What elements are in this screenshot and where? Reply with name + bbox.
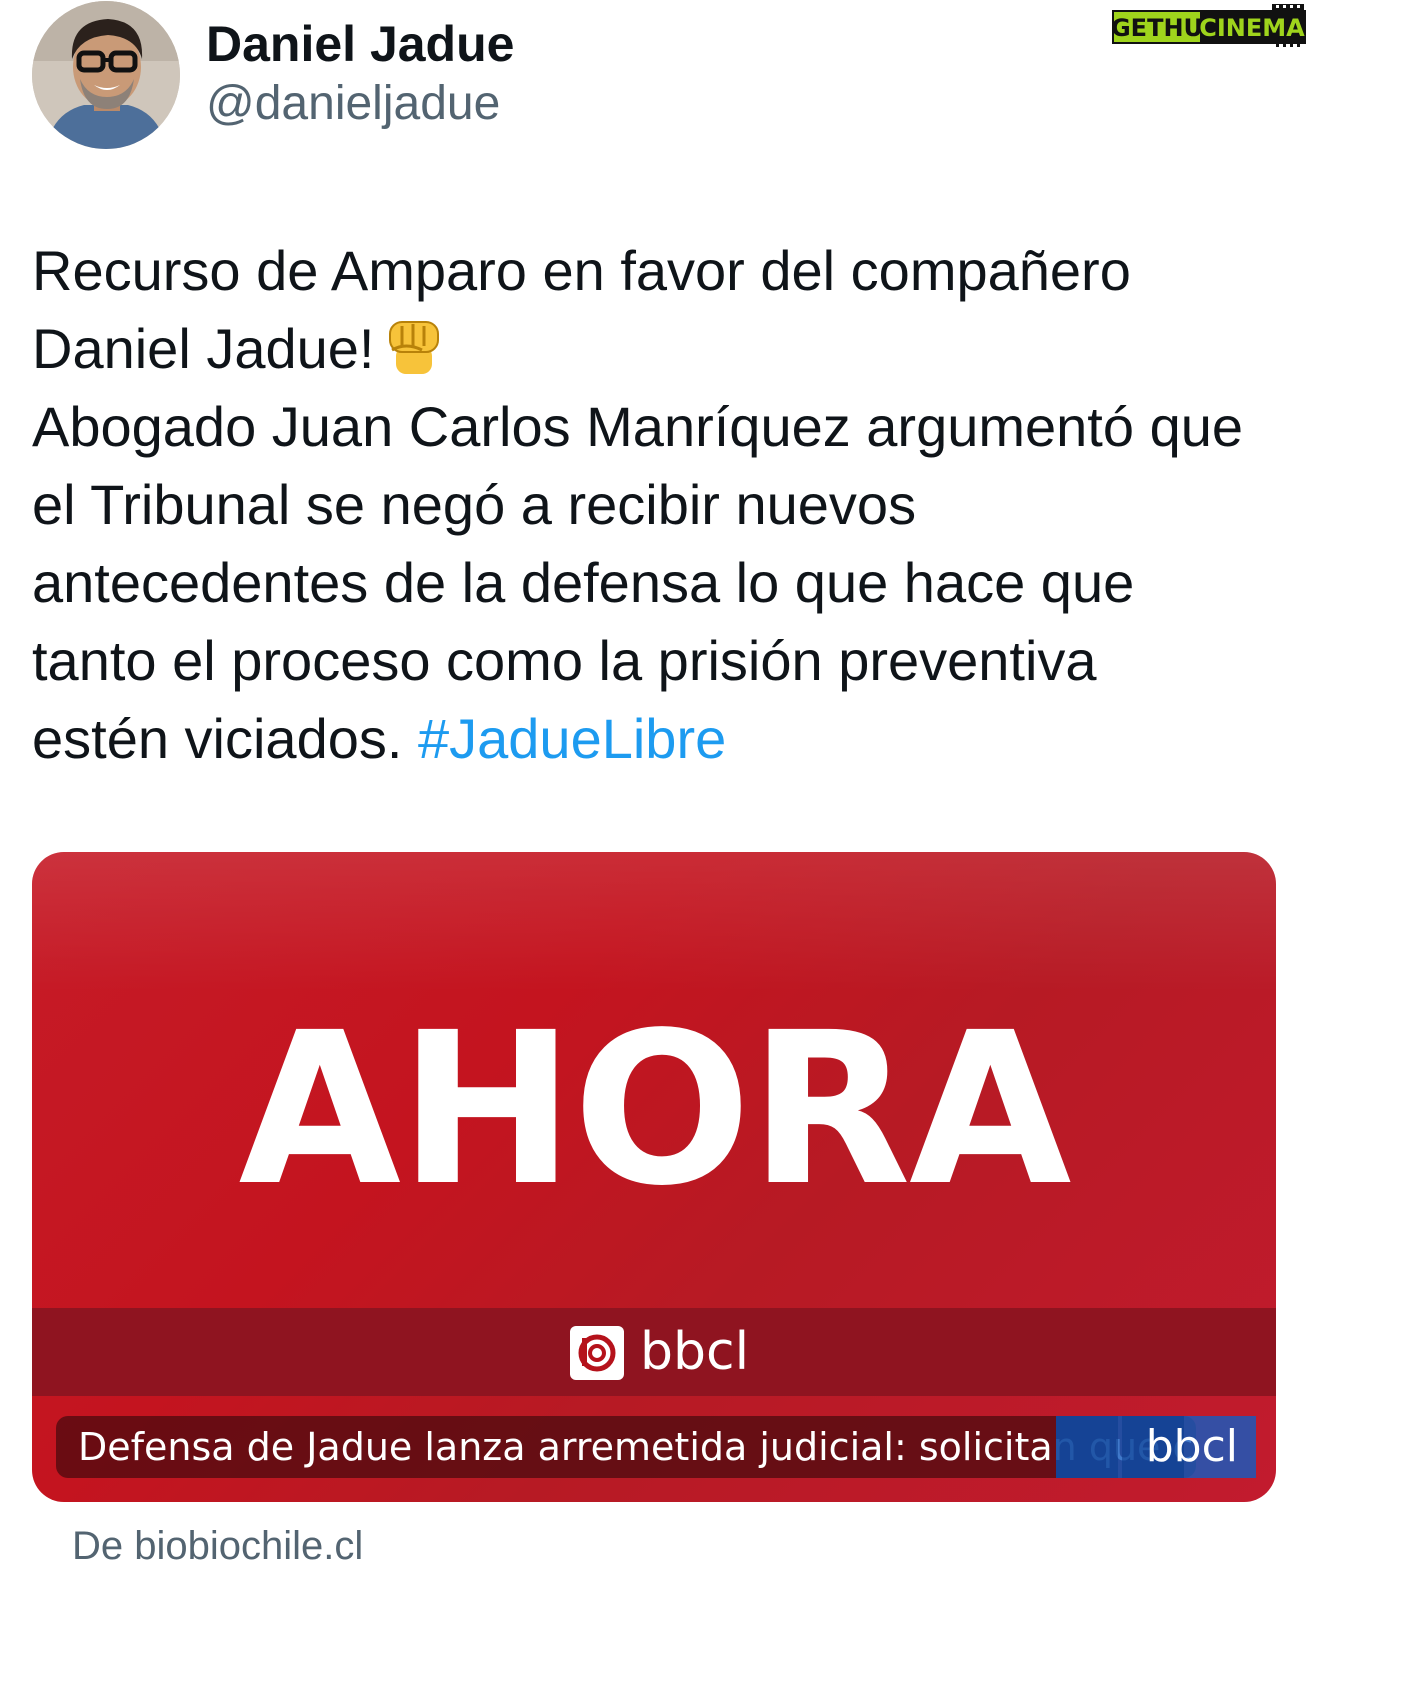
tweet-line-with-emoji: Daniel Jadue! (32, 310, 1292, 388)
tweet-line: tanto el proceso como la prisión prevent… (32, 629, 1097, 692)
overlay-brand-name: bbcl (1145, 1421, 1238, 1472)
author-handle[interactable]: @danieljadue (206, 72, 500, 136)
card-brand-band: bbcl (32, 1308, 1276, 1396)
tweet-line-text: estén viciados. (32, 707, 403, 770)
card-source-link[interactable]: De biobiochile.cl (72, 1518, 363, 1574)
card-title: Defensa de Jadue lanza arremetida judici… (78, 1425, 1196, 1469)
overlay-logo-segment (1056, 1416, 1118, 1478)
biobio-logo-icon (570, 1326, 624, 1380)
card-title-overlay[interactable]: Defensa de Jadue lanza arremetida judici… (56, 1416, 1196, 1478)
card-headline-image-text: AHORA (238, 987, 1071, 1232)
svg-text:GETHU: GETHU (1112, 14, 1203, 42)
tweet-line: Recurso de Amparo en favor del compañero (32, 239, 1131, 302)
tweet-line-with-hashtag: estén viciados. #JadueLibre (32, 700, 1292, 778)
overlay-brand-badge: bbcl (1056, 1416, 1256, 1478)
card-sheen (32, 852, 1276, 992)
watermark-logo: GETHU CINEMA (1112, 4, 1306, 48)
tweet-line: Abogado Juan Carlos Manríquez argumentó … (32, 395, 1243, 458)
svg-text:CINEMA: CINEMA (1199, 14, 1305, 42)
tweet-line-text: Daniel Jadue! (32, 317, 375, 380)
hashtag-link[interactable]: #JadueLibre (418, 707, 726, 770)
raised-fist-icon (382, 316, 444, 378)
avatar[interactable] (32, 1, 180, 149)
tweet-line: el Tribunal se negó a recibir nuevos (32, 473, 917, 536)
tweet-line: antecedentes de la defensa lo que hace q… (32, 551, 1135, 614)
tweet-text: Recurso de Amparo en favor del compañero… (32, 232, 1292, 778)
card-brand-name: bbcl (640, 1322, 750, 1382)
author-display-name[interactable]: Daniel Jadue (206, 12, 514, 76)
link-preview-card[interactable]: AHORA bbcl Defensa de Jadue lanza arreme… (32, 852, 1276, 1502)
